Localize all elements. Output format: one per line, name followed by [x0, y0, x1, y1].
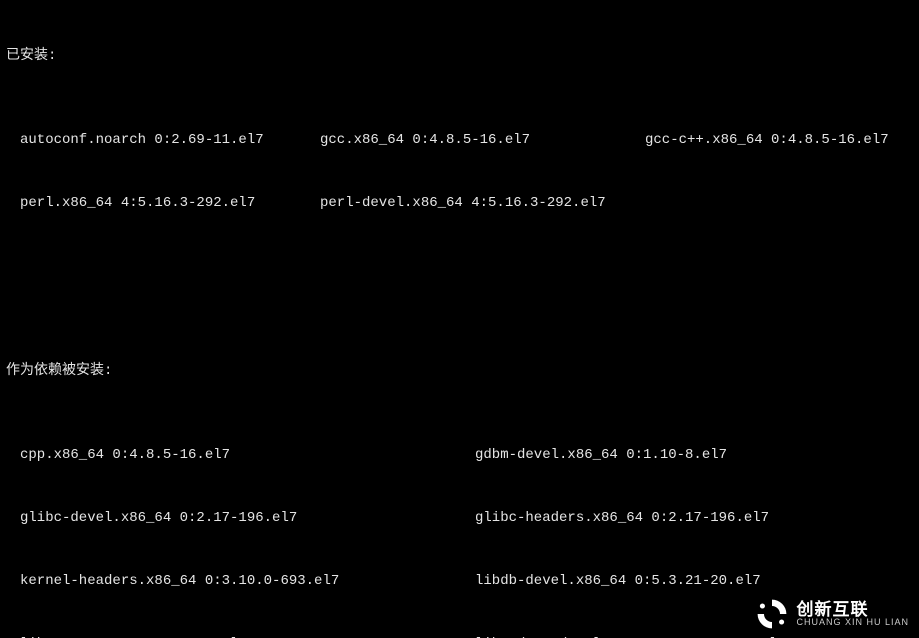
dep-row: cpp.x86_64 0:4.8.5-16.el7gdbm-devel.x86_…: [6, 445, 913, 466]
section-header-deps: 作为依赖被安装:: [6, 361, 913, 382]
package: perl.x86_64 4:5.16.3-292.el7: [20, 193, 320, 214]
package: glibc-devel.x86_64 0:2.17-196.el7: [20, 508, 475, 529]
dep-row: kernel-headers.x86_64 0:3.10.0-693.el7li…: [6, 571, 913, 592]
package: kernel-headers.x86_64 0:3.10.0-693.el7: [20, 571, 475, 592]
installed-row: autoconf.noarch 0:2.69-11.el7 gcc.x86_64…: [6, 130, 913, 151]
package: libdb-devel.x86_64 0:5.3.21-20.el7: [475, 571, 913, 592]
section-header-installed: 已安装:: [6, 46, 913, 67]
package: gcc.x86_64 0:4.8.5-16.el7: [320, 130, 645, 151]
package: libmpc.x86_64 0:1.0.1-3.el7: [20, 634, 475, 638]
package: cpp.x86_64 0:4.8.5-16.el7: [20, 445, 475, 466]
package: gcc-c++.x86_64 0:4.8.5-16.el7: [645, 130, 913, 151]
package: perl-devel.x86_64 4:5.16.3-292.el7: [320, 193, 645, 214]
dep-row: glibc-devel.x86_64 0:2.17-196.el7glibc-h…: [6, 508, 913, 529]
package: glibc-headers.x86_64 0:2.17-196.el7: [475, 508, 913, 529]
terminal-output[interactable]: 已安装: autoconf.noarch 0:2.69-11.el7 gcc.x…: [0, 0, 919, 638]
package: gdbm-devel.x86_64 0:1.10-8.el7: [475, 445, 913, 466]
package: libstdc++-devel.x86_64 0:4.8.5-16.el7: [475, 634, 913, 638]
dep-row: libmpc.x86_64 0:1.0.1-3.el7libstdc++-dev…: [6, 634, 913, 638]
package: [645, 193, 913, 214]
installed-row: perl.x86_64 4:5.16.3-292.el7 perl-devel.…: [6, 193, 913, 214]
blank-line: [6, 277, 913, 298]
package: autoconf.noarch 0:2.69-11.el7: [20, 130, 320, 151]
